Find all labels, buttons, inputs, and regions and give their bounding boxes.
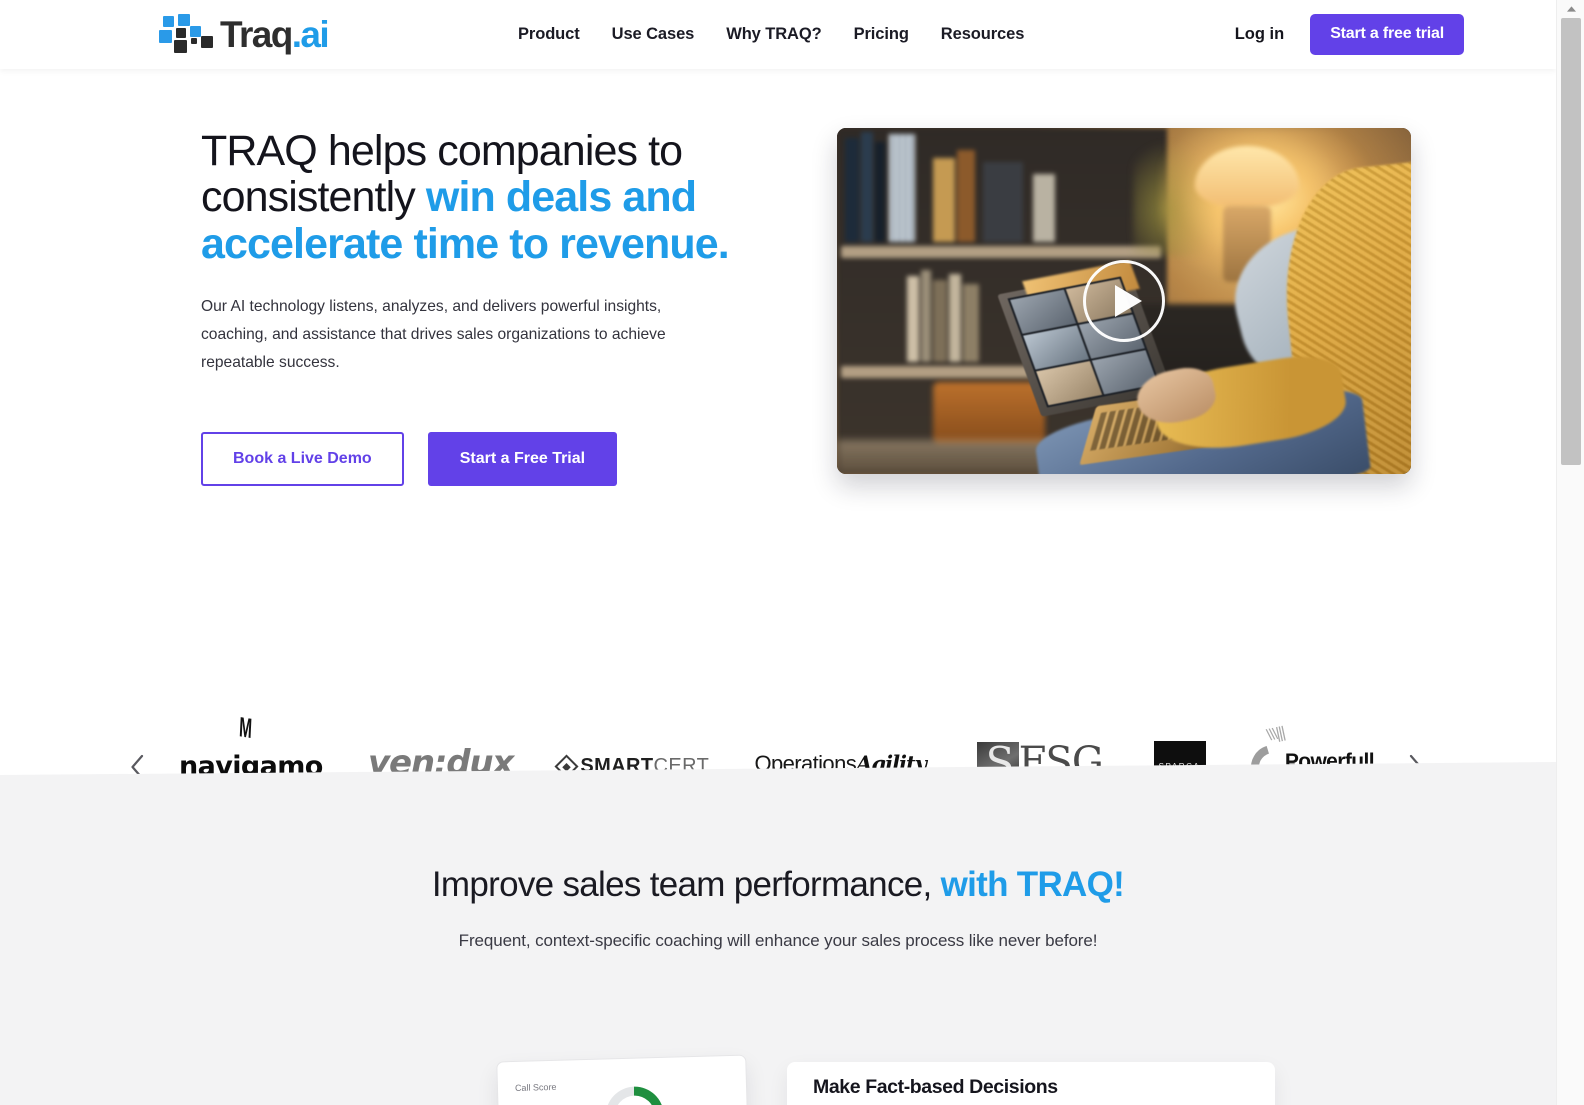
page-root: Traq.ai Product Use Cases Why TRAQ? Pric… <box>0 0 1584 1105</box>
login-link[interactable]: Log in <box>1235 25 1284 44</box>
call-score-card[interactable]: Call Score <box>496 1054 750 1105</box>
section-title-plain: Improve sales team performance, <box>431 865 941 904</box>
performance-section-title: Improve sales team performance, with TRA… <box>0 865 1556 905</box>
nav-item-why-traq[interactable]: Why TRAQ? <box>726 25 821 44</box>
logo-word-accent: .ai <box>291 13 330 55</box>
call-score-label: Call Score <box>514 1081 557 1094</box>
video-play-button-icon[interactable] <box>1083 260 1165 342</box>
call-score-gauge <box>605 1085 665 1105</box>
traq-logo-mark-icon <box>159 14 215 54</box>
header-actions: Log in Start a free trial <box>1235 0 1464 69</box>
browser-scrollbar[interactable] <box>1556 0 1584 1105</box>
fact-based-decisions-card[interactable]: Make Fact-based Decisions <box>787 1062 1275 1105</box>
main-navigation: Product Use Cases Why TRAQ? Pricing Reso… <box>518 0 1024 69</box>
hero-title: TRAQ helps companies to consistently win… <box>201 128 731 268</box>
book-live-demo-button[interactable]: Book a Live Demo <box>201 432 404 487</box>
hero-buttons: Book a Live Demo Start a Free Trial <box>201 432 731 487</box>
scrollbar-up-arrow-icon[interactable] <box>1557 0 1584 17</box>
hero-section: TRAQ helps companies to consistently win… <box>0 69 1556 797</box>
nav-item-product[interactable]: Product <box>518 25 580 44</box>
performance-section-heading-block: Improve sales team performance, with TRA… <box>0 865 1556 951</box>
hero-subtitle: Our AI technology listens, analyzes, and… <box>201 298 666 371</box>
nav-item-pricing[interactable]: Pricing <box>854 25 909 44</box>
traq-logo-text: Traq.ai <box>220 13 330 55</box>
navigamo-spark-icon: M <box>238 710 250 744</box>
browser-viewport: Traq.ai Product Use Cases Why TRAQ? Pric… <box>0 0 1556 1105</box>
section-title-highlight: with TRAQ! <box>940 865 1125 904</box>
header-start-free-trial-button[interactable]: Start a free trial <box>1310 14 1464 55</box>
play-triangle-icon <box>1114 285 1142 317</box>
scrollbar-thumb[interactable] <box>1561 18 1581 465</box>
performance-section-subtitle: Frequent, context-specific coaching will… <box>458 931 1098 950</box>
fact-based-decisions-title: Make Fact-based Decisions <box>813 1076 1058 1098</box>
powerfull-rays-icon: \\\||| <box>1265 723 1286 745</box>
nav-item-use-cases[interactable]: Use Cases <box>612 25 695 44</box>
start-free-trial-button[interactable]: Start a Free Trial <box>427 432 618 487</box>
logo-word-dark: Traq <box>220 13 293 55</box>
performance-section: Improve sales team performance, with TRA… <box>0 762 1556 1105</box>
hero-copy: TRAQ helps companies to consistently win… <box>201 128 731 487</box>
hero-video-thumbnail[interactable] <box>837 128 1411 474</box>
traq-logo[interactable]: Traq.ai <box>159 12 330 56</box>
site-header: Traq.ai Product Use Cases Why TRAQ? Pric… <box>0 0 1556 69</box>
nav-item-resources[interactable]: Resources <box>941 25 1025 44</box>
